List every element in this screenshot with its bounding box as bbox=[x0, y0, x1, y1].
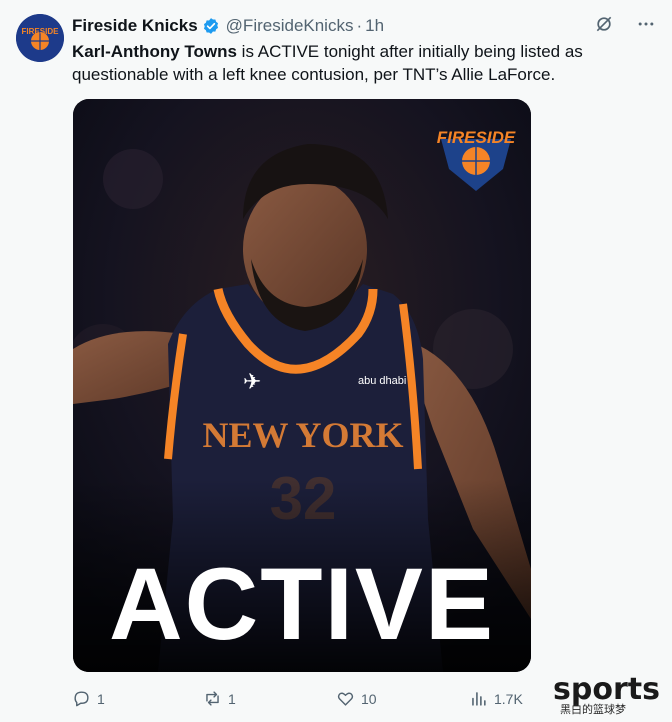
jumpman-logo-icon: ✈ bbox=[243, 370, 261, 395]
fireside-logo-icon: FIRESIDE bbox=[16, 14, 64, 62]
avatar-logo-text: FIRESIDE bbox=[22, 27, 60, 36]
tweet-text: Karl-Anthony Towns is ACTIVE tonight aft… bbox=[72, 40, 657, 86]
tweet-media[interactable]: ✈ abu dhabi NEW YORK 32 FIRESIDE ACTIVE bbox=[73, 99, 531, 672]
reply-button[interactable]: 1 bbox=[72, 689, 105, 708]
account-handle[interactable]: @FiresideKnicks bbox=[226, 16, 354, 36]
tweet-action-bar: 1 1 10 1.7K bbox=[72, 686, 532, 712]
active-overlay-text: ACTIVE bbox=[109, 547, 495, 661]
watermark-subtitle: 黑白的篮球梦 bbox=[560, 704, 626, 716]
views-button[interactable]: 1.7K bbox=[469, 689, 523, 708]
verified-badge-icon bbox=[203, 18, 218, 34]
repost-icon bbox=[206, 691, 219, 706]
views-chart-icon bbox=[472, 692, 486, 706]
player-photo: ✈ abu dhabi NEW YORK 32 FIRESIDE ACTIVE bbox=[73, 99, 531, 672]
tweet-header: Fireside Knicks @FiresideKnicks · 1h bbox=[72, 14, 656, 38]
grok-icon[interactable] bbox=[594, 14, 614, 34]
like-count: 10 bbox=[361, 690, 377, 707]
logo-text: FIRESIDE bbox=[437, 128, 516, 147]
like-button[interactable]: 10 bbox=[336, 689, 377, 708]
account-avatar[interactable]: FIRESIDE bbox=[16, 14, 64, 62]
repost-button[interactable]: 1 bbox=[203, 689, 236, 708]
heart-icon bbox=[337, 692, 354, 706]
separator-dot: · bbox=[356, 16, 363, 35]
reply-icon bbox=[74, 691, 89, 707]
view-count: 1.7K bbox=[494, 690, 523, 707]
jersey-text: NEW YORK bbox=[202, 415, 403, 455]
account-name[interactable]: Fireside Knicks bbox=[72, 16, 198, 36]
repost-count: 1 bbox=[228, 690, 236, 707]
sponsor-text: abu dhabi bbox=[358, 375, 406, 387]
timestamp[interactable]: 1h bbox=[365, 16, 384, 36]
player-name-bold: Karl-Anthony Towns bbox=[72, 42, 237, 61]
reply-count: 1 bbox=[97, 690, 105, 707]
more-options-icon[interactable] bbox=[636, 14, 656, 34]
